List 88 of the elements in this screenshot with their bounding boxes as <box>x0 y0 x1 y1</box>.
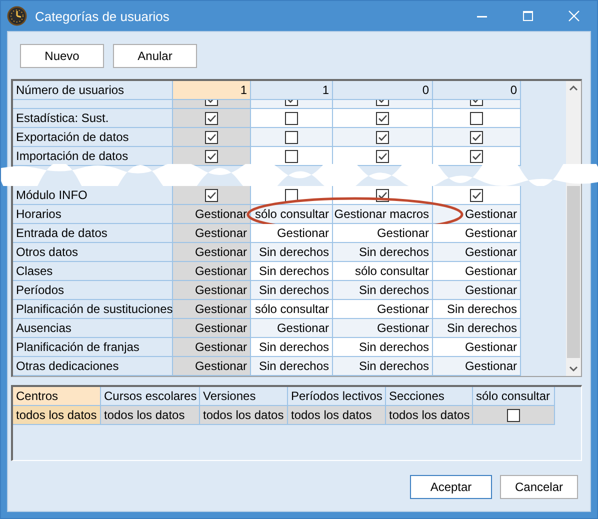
user-count: 1 <box>251 81 333 100</box>
column-header: Secciones <box>386 387 473 406</box>
checkbox[interactable] <box>285 188 298 202</box>
table-cell[interactable]: todos los datos <box>200 406 288 425</box>
permission-cell[interactable]: Gestionar <box>333 224 433 243</box>
checkbox[interactable] <box>470 130 483 144</box>
checkbox[interactable] <box>205 188 218 202</box>
column-header: Centros <box>13 387 101 406</box>
permission-cell[interactable]: sólo consultar <box>251 205 333 224</box>
row-label: Clases <box>13 262 173 281</box>
row-label: Otras dedicaciones <box>13 357 173 376</box>
permission-cell[interactable]: Gestionar <box>173 357 251 376</box>
checkbox[interactable] <box>205 130 218 144</box>
header-label: Número de usuarios <box>13 81 173 100</box>
permission-cell[interactable]: Gestionar <box>433 224 521 243</box>
permission-cell[interactable]: Sin derechos <box>251 338 333 357</box>
table-cell[interactable]: todos los datos <box>101 406 200 425</box>
column-header: Cursos escolares <box>101 387 200 406</box>
permission-cell[interactable]: Sin derechos <box>251 262 333 281</box>
window-title: Categorías de usuarios <box>35 8 170 24</box>
checkbox[interactable] <box>507 408 520 422</box>
permission-cell[interactable]: Sin derechos <box>251 281 333 300</box>
permission-cell[interactable]: sólo consultar <box>251 300 333 319</box>
permission-cell[interactable]: Gestionar <box>251 224 333 243</box>
row-label: Módulo INFO <box>13 186 173 205</box>
permission-cell[interactable]: Sin derechos <box>251 357 333 376</box>
clock-icon <box>7 6 27 26</box>
checkbox[interactable] <box>470 112 483 124</box>
permission-cell[interactable]: Sin derechos <box>433 319 521 338</box>
permission-cell[interactable]: Gestionar <box>433 205 521 224</box>
permission-cell[interactable]: Gestionar macros <box>333 205 433 224</box>
permission-cell[interactable]: Gestionar <box>433 243 521 262</box>
permission-cell[interactable]: Gestionar <box>173 281 251 300</box>
user-count: 1 <box>173 81 251 100</box>
checkbox[interactable] <box>205 150 218 162</box>
permission-cell[interactable]: Sin derechos <box>251 243 333 262</box>
permission-cell[interactable]: Gestionar <box>333 319 433 338</box>
dialog-button[interactable]: Cancelar <box>500 475 578 499</box>
permission-cell[interactable]: Sin derechos <box>333 338 433 357</box>
column-header: sólo consultar <box>473 387 555 406</box>
user-count: 0 <box>333 81 433 100</box>
checkbox[interactable] <box>285 150 298 162</box>
permission-cell[interactable]: Gestionar <box>173 243 251 262</box>
permission-cell[interactable]: Sin derechos <box>433 300 521 319</box>
permission-cell[interactable]: Gestionar <box>433 262 521 281</box>
row-label: Planificación de sustituciones <box>13 300 173 319</box>
permission-cell[interactable]: sólo consultar <box>333 262 433 281</box>
row-label: Otros datos <box>13 243 173 262</box>
user-count: 0 <box>433 81 521 100</box>
permission-cell[interactable]: Gestionar <box>433 338 521 357</box>
row-label: Importación de datos <box>13 147 173 166</box>
table-cell[interactable]: todos los datos <box>288 406 386 425</box>
permission-cell[interactable]: Gestionar <box>333 300 433 319</box>
row-label: Planificación de franjas <box>13 338 173 357</box>
permission-cell[interactable]: Sin derechos <box>333 357 433 376</box>
row-label: Entrada de datos <box>13 224 173 243</box>
checkbox[interactable] <box>285 112 298 124</box>
toolbar-button[interactable]: Nuevo <box>20 44 104 68</box>
column-header: Períodos lectivos <box>288 387 386 406</box>
permission-cell[interactable]: Gestionar <box>433 357 521 376</box>
toolbar-button[interactable]: Anular <box>113 44 197 68</box>
row-label: Ausencias <box>13 319 173 338</box>
scrollbar-thumb[interactable] <box>567 186 580 358</box>
checkbox[interactable] <box>470 150 483 162</box>
row-label: Estadística: Sust. <box>13 109 173 128</box>
permission-cell[interactable]: Gestionar <box>173 338 251 357</box>
permission-cell[interactable]: Gestionar <box>251 319 333 338</box>
table-cell[interactable]: todos los datos <box>386 406 473 425</box>
row-label: Horarios <box>13 205 173 224</box>
row-label: Exportación de datos <box>13 128 173 147</box>
checkbox[interactable] <box>376 150 389 162</box>
checkbox[interactable] <box>470 188 483 202</box>
permission-cell[interactable]: Gestionar <box>173 224 251 243</box>
checkbox[interactable] <box>205 112 218 124</box>
permission-cell[interactable]: Gestionar <box>173 319 251 338</box>
permission-cell[interactable]: Gestionar <box>433 281 521 300</box>
permission-cell[interactable]: Gestionar <box>173 205 251 224</box>
table-cell[interactable]: todos los datos <box>13 406 101 425</box>
permission-cell[interactable]: Gestionar <box>173 262 251 281</box>
dialog-button[interactable]: Aceptar <box>410 475 492 499</box>
permission-cell[interactable]: Gestionar <box>173 300 251 319</box>
permission-cell[interactable]: Sin derechos <box>333 281 433 300</box>
checkbox[interactable] <box>285 130 298 144</box>
checkbox[interactable] <box>376 130 389 144</box>
column-header: Versiones <box>200 387 288 406</box>
permission-cell[interactable]: Sin derechos <box>333 243 433 262</box>
row-label: Períodos <box>13 281 173 300</box>
checkbox[interactable] <box>376 112 389 124</box>
